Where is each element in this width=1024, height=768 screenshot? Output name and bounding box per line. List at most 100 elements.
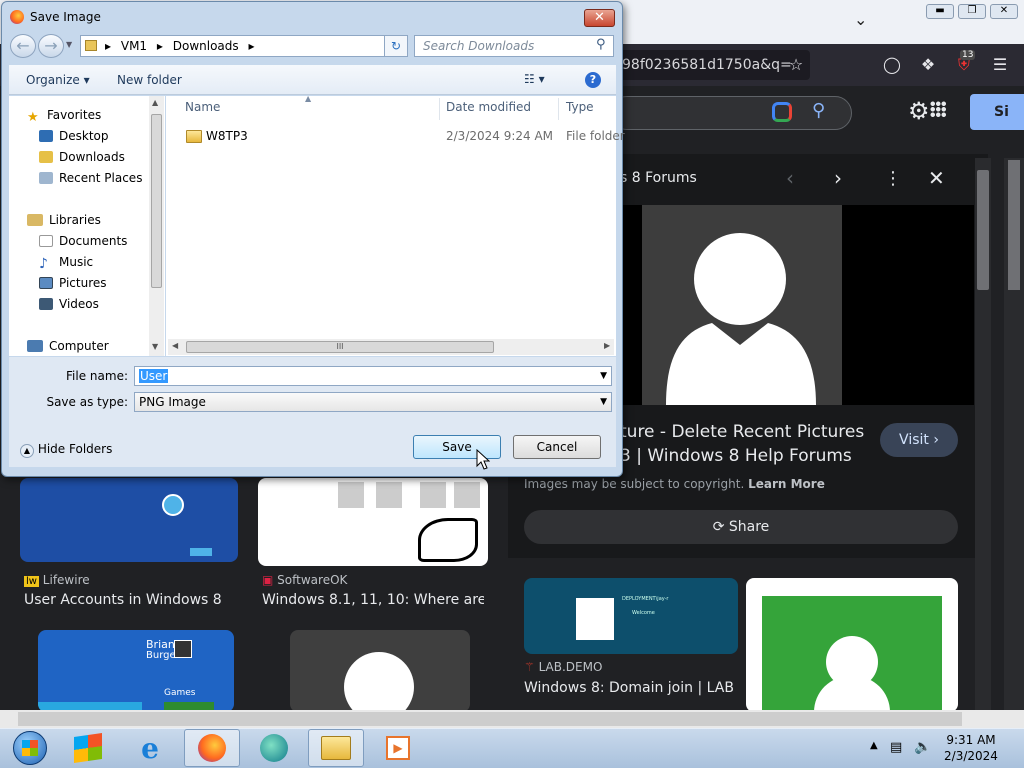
recent-places-icon: [39, 172, 53, 184]
nav-recent-places[interactable]: Recent Places: [39, 168, 142, 188]
view-options-icon[interactable]: ☷ ▾: [524, 72, 545, 86]
result-caption[interactable]: Windows 8.1, 11, 10: Where are t...: [262, 592, 484, 608]
nav-pictures[interactable]: Pictures: [39, 273, 107, 293]
save-type-select[interactable]: PNG Image ▼: [134, 392, 612, 412]
organize-button[interactable]: Organize ▾: [26, 73, 90, 87]
share-button[interactable]: ⟳ Share: [524, 510, 958, 544]
collapse-arrow-icon: ▲: [20, 444, 34, 458]
taskbar-ie[interactable]: e: [122, 729, 178, 767]
thumb-grey-user[interactable]: [290, 630, 470, 712]
breadcrumb-vm1[interactable]: VM1: [121, 39, 147, 53]
nav-music[interactable]: ♪ Music: [39, 252, 93, 272]
horizontal-scrollbar-thumb[interactable]: [18, 712, 962, 726]
apps-grid-icon[interactable]: [930, 101, 946, 117]
close-panel-icon[interactable]: ✕: [928, 166, 945, 190]
file-date: 2/3/2024 9:24 AM: [446, 129, 554, 143]
file-name: W8TP3: [206, 129, 248, 143]
visit-button[interactable]: Visit ›: [880, 423, 958, 457]
file-type: File folder: [566, 129, 625, 143]
result-caption[interactable]: Windows 8: Domain join | LAB....: [524, 680, 734, 696]
taskbar-explorer[interactable]: [308, 729, 364, 767]
menu-icon[interactable]: ☰: [988, 53, 1012, 77]
dialog-close-button[interactable]: ✕: [584, 9, 615, 27]
nav-favorites[interactable]: ★ Favorites: [27, 105, 101, 125]
file-name-input[interactable]: User ▼: [134, 366, 612, 386]
thumb-start-screen[interactable]: Brian Burgess Games: [38, 630, 234, 712]
window-close-button[interactable]: ✕: [990, 4, 1018, 19]
taskbar-edge[interactable]: [246, 729, 302, 767]
result-title-link[interactable]: ture - Delete Recent Pictures 3 | Window…: [620, 420, 870, 468]
save-type-dropdown-icon[interactable]: ▼: [600, 393, 607, 411]
settings-gear-icon[interactable]: ⚙: [908, 97, 930, 125]
recent-locations-icon[interactable]: ▼: [66, 40, 72, 49]
help-icon[interactable]: ?: [585, 72, 601, 88]
file-row[interactable]: W8TP3 2/3/2024 9:24 AM File folder: [180, 126, 625, 148]
network-icon[interactable]: ▤: [890, 740, 902, 755]
breadcrumb-downloads[interactable]: Downloads: [173, 39, 239, 53]
page-scrollbar-thumb[interactable]: [1008, 160, 1020, 290]
taskbar-media[interactable]: ▶: [370, 729, 426, 767]
nav-documents[interactable]: Documents: [39, 231, 127, 251]
downloads-folder-icon: [39, 151, 53, 163]
pocket-icon[interactable]: ◯: [880, 53, 904, 77]
prev-arrow-icon[interactable]: ‹: [786, 166, 794, 190]
nav-downloads[interactable]: Downloads: [39, 147, 125, 167]
restore-button[interactable]: ❐: [958, 4, 986, 19]
column-name[interactable]: Name: [185, 100, 220, 114]
libraries-icon: [27, 214, 43, 226]
firefox-small-icon: [10, 10, 24, 24]
taskbar-firefox[interactable]: [184, 729, 240, 767]
thumb-softwareok[interactable]: [258, 478, 488, 566]
url-bar[interactable]: 98f0236581d1750a&q=: [600, 50, 810, 80]
result-source: ⚚ LAB.DEMO: [524, 660, 603, 674]
search-icon[interactable]: ⚲: [812, 100, 825, 121]
cancel-button[interactable]: Cancel: [513, 435, 601, 459]
minimize-button[interactable]: ▬: [926, 4, 954, 19]
thumb-lab-demo[interactable]: DEPLOYMENT\jay-r Welcome: [524, 578, 738, 654]
more-options-icon[interactable]: ⋮: [884, 168, 902, 189]
start-button[interactable]: [2, 729, 58, 767]
search-downloads-input[interactable]: Search Downloads: [414, 35, 614, 57]
videos-icon: [39, 298, 53, 310]
column-date-modified[interactable]: Date modified: [446, 100, 531, 114]
file-name-value: User: [139, 369, 169, 383]
nav-computer[interactable]: Computer: [27, 336, 109, 356]
show-hidden-icons[interactable]: ▲: [870, 740, 878, 751]
computer-icon: [27, 340, 43, 352]
save-type-label: Save as type:: [46, 395, 128, 409]
sign-in-button[interactable]: Si: [970, 94, 1024, 130]
taskbar-windows-store[interactable]: [60, 729, 116, 767]
extensions-icon[interactable]: ❖: [916, 53, 940, 77]
result-caption[interactable]: User Accounts in Windows 8: [24, 592, 238, 608]
file-name-dropdown-icon[interactable]: ▼: [600, 367, 607, 385]
address-bar[interactable]: ▸ VM1 ▸ Downloads ▸ ▼: [80, 35, 408, 57]
file-list-hscroll-thumb[interactable]: III: [186, 341, 494, 353]
system-clock[interactable]: 9:31 AM 2/3/2024: [936, 732, 1006, 764]
thumb-lifewire[interactable]: [20, 478, 238, 562]
refresh-button[interactable]: ↻: [384, 35, 408, 57]
column-type[interactable]: Type: [566, 100, 594, 114]
lens-icon[interactable]: [772, 102, 792, 122]
next-arrow-icon[interactable]: ›: [834, 166, 842, 190]
scroll-down-arrow-icon[interactable]: ▼: [152, 342, 158, 351]
nav-videos[interactable]: Videos: [39, 294, 99, 314]
save-type-value: PNG Image: [139, 395, 206, 409]
new-folder-button[interactable]: New folder: [117, 73, 182, 87]
nav-pane-scrollbar-thumb[interactable]: [151, 114, 162, 288]
bookmark-star-icon[interactable]: ☆: [784, 53, 808, 77]
back-button[interactable]: ←: [10, 34, 36, 58]
thumb-green-user[interactable]: [746, 578, 958, 712]
tab-list-chevron-icon[interactable]: ⌄: [854, 10, 867, 29]
panel-scrollbar-thumb[interactable]: [977, 170, 989, 290]
learn-more-link[interactable]: Learn More: [748, 477, 825, 491]
nav-libraries[interactable]: Libraries: [27, 210, 101, 230]
scroll-left-arrow-icon[interactable]: ◀: [172, 341, 178, 350]
nav-desktop[interactable]: Desktop: [39, 126, 109, 146]
forward-button[interactable]: →: [38, 34, 64, 58]
thumb-text: Welcome: [632, 610, 655, 616]
windows-logo-icon: [22, 740, 38, 756]
scroll-right-arrow-icon[interactable]: ▶: [604, 341, 610, 350]
volume-muted-icon[interactable]: 🔈: [914, 739, 931, 755]
scroll-up-arrow-icon[interactable]: ▲: [152, 98, 158, 107]
hide-folders-button[interactable]: ▲ Hide Folders: [20, 442, 112, 458]
